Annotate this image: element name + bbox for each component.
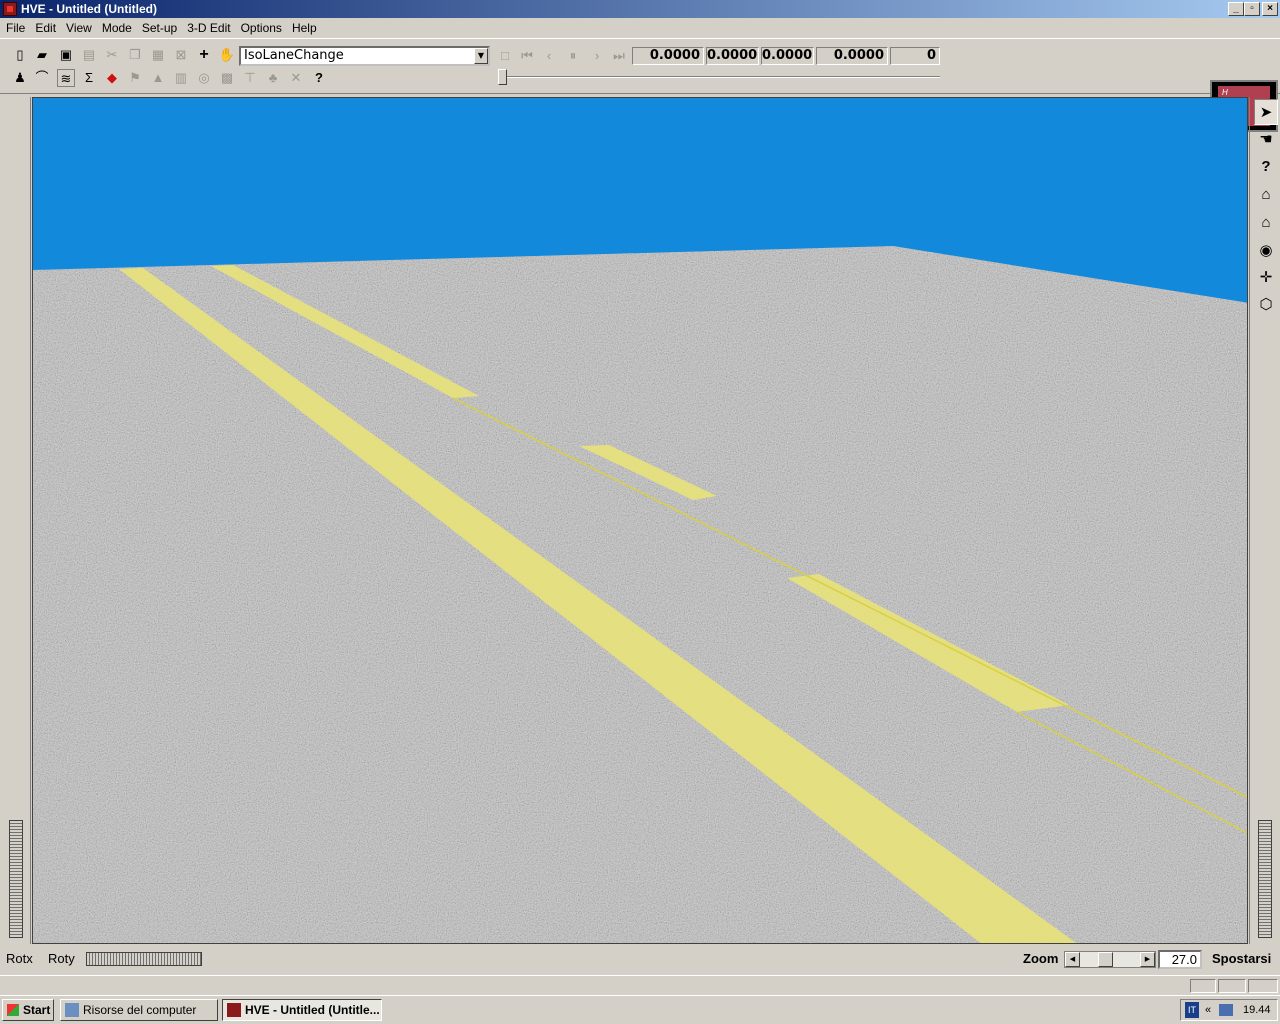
clock: 19.44 <box>1243 1004 1271 1016</box>
cone-icon[interactable]: ▲ <box>149 69 167 87</box>
seek-crosshair-icon[interactable]: ✛ <box>1254 265 1278 291</box>
rotx-label: Rotx <box>6 951 33 966</box>
sigma-icon[interactable]: Σ <box>80 69 98 87</box>
save-icon[interactable]: ▣ <box>57 46 75 64</box>
hve-task-icon <box>227 1003 241 1017</box>
left-thumbwheel[interactable] <box>9 820 23 938</box>
computer-icon <box>65 1003 79 1017</box>
hand-icon[interactable]: ✋ <box>218 46 236 64</box>
query-icon[interactable]: ? <box>1254 154 1278 180</box>
view-all-eye-icon[interactable]: ◉ <box>1254 238 1278 264</box>
environment-icon[interactable]: ⌒ <box>33 69 51 87</box>
scenario-value: IsoLaneChange <box>244 48 344 63</box>
barrel-icon[interactable]: ▥ <box>172 69 190 87</box>
zoom-right-arrow-icon[interactable]: ▶ <box>1140 952 1155 967</box>
roty-thumbwheel[interactable] <box>86 952 202 966</box>
zoom-value-field[interactable]: 27.0 <box>1158 950 1202 969</box>
status-bar: Rotx Roty Zoom ◀ ▶ 27.0 Spostarsi <box>0 946 1280 974</box>
stop-icon[interactable]: □ <box>496 47 514 65</box>
status-panel-1 <box>1190 979 1216 993</box>
zoom-label: Zoom <box>1023 951 1059 966</box>
task-hve-label: HVE - Untitled (Untitle... <box>245 1003 380 1017</box>
terrain-icon[interactable]: ≋ <box>57 69 75 87</box>
mode-label: Spostarsi <box>1212 951 1272 966</box>
perspective-cube-icon[interactable]: ⬡ <box>1254 292 1278 318</box>
zoom-thumb[interactable] <box>1098 952 1113 967</box>
block-icon[interactable]: ▩ <box>218 69 236 87</box>
menu-view[interactable]: View <box>62 21 98 35</box>
select-arrow-icon[interactable]: ➤ <box>1254 99 1278 125</box>
readout-1: 0.0000 <box>632 47 704 65</box>
print-icon[interactable]: ▤ <box>80 46 98 64</box>
restore-button[interactable]: ▫ <box>1244 2 1260 16</box>
window-title: HVE - Untitled (Untitled) <box>21 2 157 16</box>
3d-viewport[interactable] <box>32 97 1248 944</box>
toolbar: ▯ ▰ ▣ ▤ ✂ ❐ ▦ ⊠ + ✋ IsoLaneChange ▼ □ ⏮ … <box>0 38 1280 132</box>
scenario-dropdown[interactable]: IsoLaneChange ▼ <box>239 46 490 66</box>
menu-setup[interactable]: Set-up <box>138 21 183 35</box>
time-slider-thumb[interactable] <box>498 69 507 85</box>
status-panel-2 <box>1218 979 1246 993</box>
delete-icon[interactable]: ⊠ <box>172 46 190 64</box>
start-button[interactable]: Start <box>2 999 54 1021</box>
readout-5: 0 <box>890 47 940 65</box>
minimize-button[interactable]: _ <box>1228 2 1244 16</box>
roty-label: Roty <box>48 951 75 966</box>
status-panel-3 <box>1248 979 1278 993</box>
help-icon[interactable]: ? <box>310 69 328 87</box>
menu-file[interactable]: File <box>2 21 31 35</box>
readout-2: 0.0000 <box>706 47 759 65</box>
paste-icon[interactable]: ▦ <box>149 46 167 64</box>
red-diamond-icon[interactable]: ◆ <box>103 69 121 87</box>
flag-icon[interactable]: ⚑ <box>126 69 144 87</box>
home-icon[interactable]: ⌂ <box>1254 182 1278 208</box>
task-my-computer-label: Risorse del computer <box>83 1003 197 1017</box>
zoom-left-arrow-icon[interactable]: ◀ <box>1065 952 1080 967</box>
close-button[interactable]: × <box>1262 2 1278 16</box>
tree-icon[interactable]: ♣ <box>264 69 282 87</box>
readout-4: 0.0000 <box>816 47 888 65</box>
task-my-computer[interactable]: Risorse del computer <box>60 999 218 1021</box>
scene-svg <box>33 98 1247 943</box>
logo-letter-h: H <box>1222 88 1228 97</box>
menu-3d-edit[interactable]: 3-D Edit <box>183 21 236 35</box>
tire-icon[interactable]: ◎ <box>195 69 213 87</box>
bottom-status-strip <box>0 975 1280 995</box>
cut-icon[interactable]: ✂ <box>103 46 121 64</box>
prev-frame-icon[interactable]: ‹ <box>540 47 558 65</box>
readout-3: 0.0000 <box>761 47 814 65</box>
dropdown-arrow-icon[interactable]: ▼ <box>474 48 488 64</box>
copy-icon[interactable]: ❐ <box>126 46 144 64</box>
time-slider-track[interactable] <box>500 76 940 78</box>
app-icon[interactable] <box>3 2 17 16</box>
language-indicator[interactable]: IT <box>1185 1002 1199 1018</box>
right-rail: ➤ ☚ ? ⌂ ⌂ ◉ ✛ ⬡ <box>1249 97 1280 944</box>
tray-expand-icon[interactable]: « <box>1205 1000 1211 1020</box>
new-file-icon[interactable]: ▯ <box>11 46 29 64</box>
menu-mode[interactable]: Mode <box>98 21 138 35</box>
network-icon[interactable] <box>1219 1004 1233 1016</box>
next-frame-icon[interactable]: › <box>588 47 606 65</box>
system-tray: IT « 19.44 <box>1180 999 1278 1021</box>
set-home-icon[interactable]: ⌂ <box>1254 210 1278 236</box>
left-rail <box>0 97 31 944</box>
pin-icon[interactable]: ✕ <box>287 69 305 87</box>
menu-help[interactable]: Help <box>288 21 323 35</box>
sign-icon[interactable]: ⊤ <box>241 69 259 87</box>
open-folder-icon[interactable]: ▰ <box>33 46 51 64</box>
pan-hand-icon[interactable]: ☚ <box>1254 127 1278 153</box>
title-bar: HVE - Untitled (Untitled) _ ▫ × <box>0 0 1280 18</box>
right-thumbwheel[interactable] <box>1258 820 1272 938</box>
taskbar: Start Risorse del computer HVE - Untitle… <box>0 995 1280 1024</box>
menu-options[interactable]: Options <box>237 21 288 35</box>
add-icon[interactable]: + <box>195 46 213 64</box>
last-frame-icon[interactable]: ⏭ <box>610 47 628 65</box>
menu-bar: File Edit View Mode Set-up 3-D Edit Opti… <box>0 18 1280 38</box>
pause-icon[interactable]: ⏸ <box>564 47 582 65</box>
menu-edit[interactable]: Edit <box>31 21 62 35</box>
vehicle-icon[interactable]: ♟ <box>11 69 29 87</box>
task-hve[interactable]: HVE - Untitled (Untitle... <box>222 999 382 1021</box>
zoom-scrollbar[interactable]: ◀ ▶ <box>1064 951 1156 968</box>
first-frame-icon[interactable]: ⏮ <box>518 47 536 65</box>
